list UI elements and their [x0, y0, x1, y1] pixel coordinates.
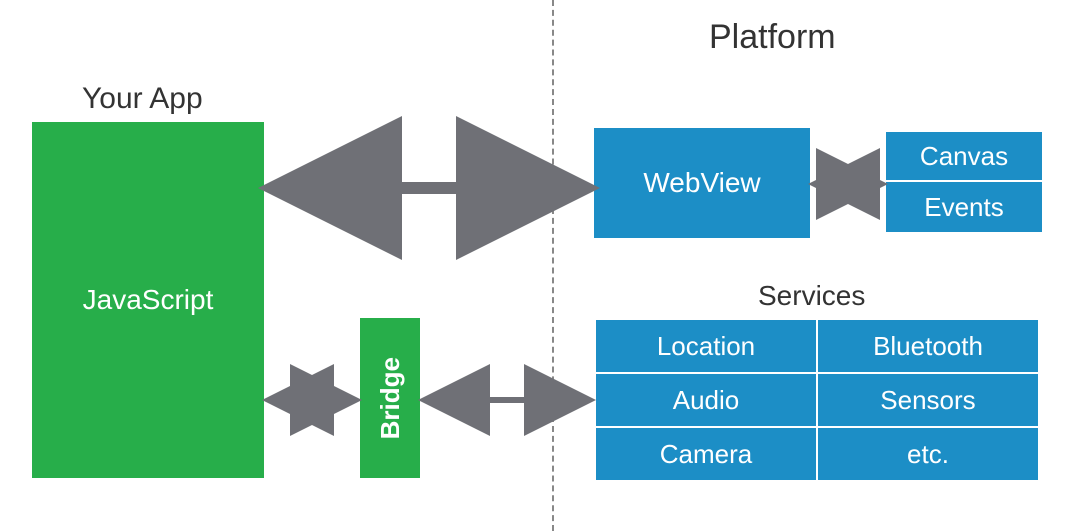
services-title: Services: [758, 280, 865, 312]
table-row: Location Bluetooth: [595, 319, 1039, 373]
divider-line: [552, 0, 554, 531]
arrow-app-webview: [264, 170, 594, 206]
table-row: Camera etc.: [595, 427, 1039, 481]
services-table: Location Bluetooth Audio Sensors Camera …: [594, 318, 1040, 482]
arrow-app-bridge: [264, 388, 360, 412]
table-row: Audio Sensors: [595, 373, 1039, 427]
service-cell: Audio: [595, 373, 817, 427]
service-cell: Location: [595, 319, 817, 373]
webview-box: WebView: [594, 128, 810, 238]
app-box: JavaScript: [32, 122, 264, 478]
right-title: Platform: [709, 18, 836, 57]
webview-side-events: Events: [886, 182, 1042, 232]
webview-side-stack: Canvas Events: [886, 132, 1042, 232]
service-cell: etc.: [817, 427, 1039, 481]
service-cell: Camera: [595, 427, 817, 481]
bridge-box: Bridge: [360, 318, 420, 478]
arrow-webview-canvas: [810, 172, 886, 196]
webview-side-canvas: Canvas: [886, 132, 1042, 182]
bridge-label: Bridge: [375, 357, 406, 439]
service-cell: Sensors: [817, 373, 1039, 427]
arrow-bridge-services: [420, 388, 594, 412]
left-title: Your App: [82, 82, 203, 116]
service-cell: Bluetooth: [817, 319, 1039, 373]
